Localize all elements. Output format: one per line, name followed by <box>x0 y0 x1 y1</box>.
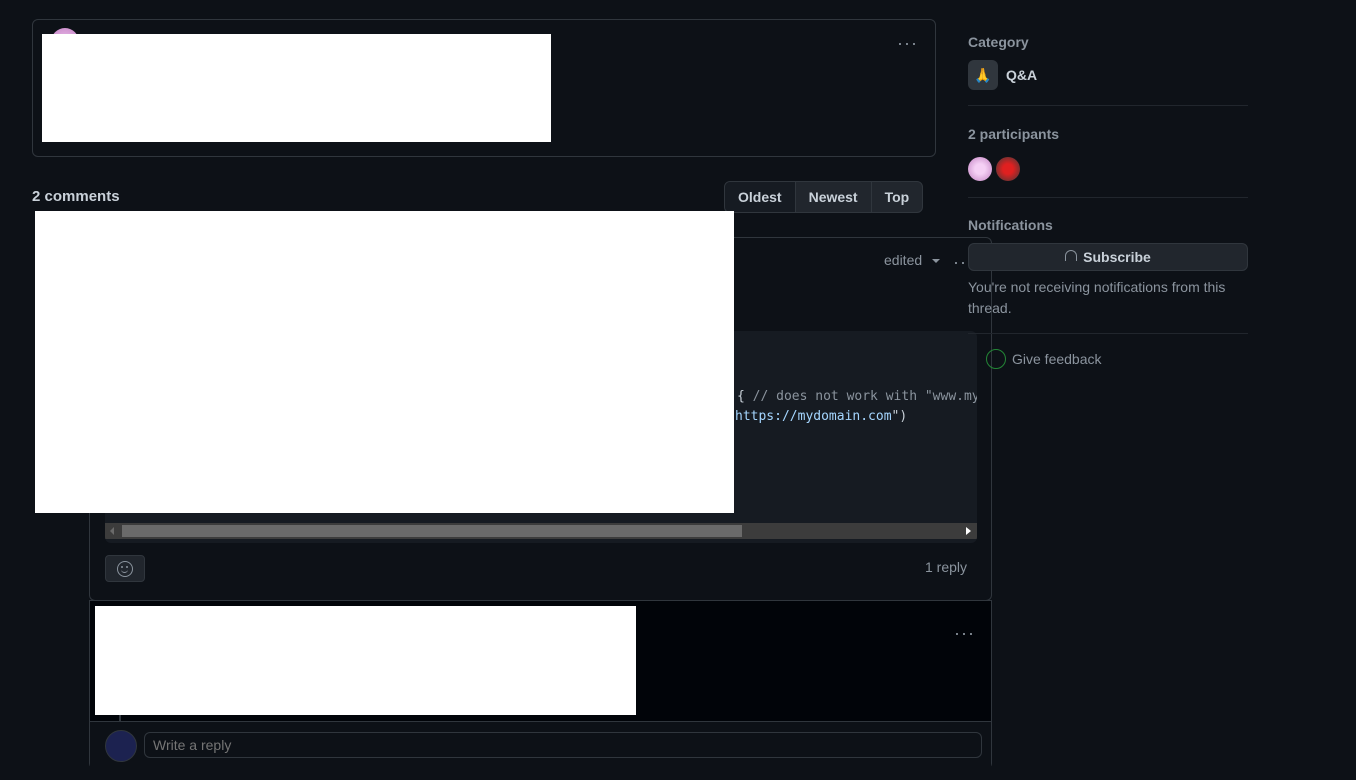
redacted-comment-content <box>35 211 734 513</box>
reply-input-row <box>90 721 991 770</box>
sidebar-divider-3 <box>968 333 1248 334</box>
edited-label: edited <box>884 252 923 268</box>
category-label: Category <box>968 34 1029 50</box>
reply-input[interactable] <box>144 732 982 758</box>
give-feedback-link[interactable]: Give feedback <box>968 349 1102 369</box>
post-box: ··· <box>32 19 936 157</box>
comment-more-button[interactable]: ·· <box>953 257 965 267</box>
praying-hands-icon: 🙏 <box>968 60 998 90</box>
sidebar-divider-2 <box>968 197 1248 198</box>
category-link[interactable]: 🙏 Q&A <box>968 60 1037 90</box>
category-name: Q&A <box>1006 67 1038 83</box>
code-line-end: ") <box>891 409 908 424</box>
give-feedback-label: Give feedback <box>1012 351 1102 367</box>
add-reaction-button[interactable] <box>105 555 145 582</box>
scroll-left-arrow-icon[interactable] <box>110 527 114 535</box>
scrollbar-thumb[interactable] <box>122 525 742 537</box>
chevron-down-icon <box>932 259 941 264</box>
reply-count[interactable]: 1 reply <box>925 559 967 575</box>
scroll-right-arrow-icon[interactable] <box>966 527 971 535</box>
code-line-1: { // does not work with "www.my <box>737 389 977 404</box>
sort-top-button[interactable]: Top <box>872 182 923 212</box>
smiley-icon <box>117 561 133 577</box>
code-url: https://mydomain.com <box>735 409 892 424</box>
participant-avatar-1[interactable] <box>968 157 992 181</box>
code-scrollbar[interactable] <box>105 523 977 539</box>
notification-status-text: You're not receiving notifications from … <box>968 279 1226 316</box>
feedback-icon <box>986 349 1006 369</box>
participants-label: 2 participants <box>968 126 1060 142</box>
sort-oldest-button[interactable]: Oldest <box>725 182 796 212</box>
redacted-reply-content <box>95 606 636 715</box>
code-brace: { <box>737 389 753 404</box>
subscribe-button[interactable]: Subscribe <box>968 243 1248 271</box>
code-comment: // does not work with "www.my <box>752 389 977 404</box>
sort-toggle: Oldest Newest Top <box>724 181 924 213</box>
sidebar-divider-1 <box>968 105 1248 106</box>
post-more-button[interactable]: ··· <box>897 34 918 52</box>
reply-more-button[interactable]: ··· <box>954 624 975 642</box>
participant-avatar-2[interactable] <box>996 157 1020 181</box>
current-user-avatar[interactable] <box>105 730 137 762</box>
subscribe-label: Subscribe <box>1083 249 1151 265</box>
notifications-label: Notifications <box>968 217 1053 233</box>
bell-icon <box>1065 249 1078 261</box>
sort-newest-button[interactable]: Newest <box>796 182 872 212</box>
edited-dropdown[interactable]: edited <box>884 252 941 268</box>
code-line-2: https://mydomain.com") <box>735 409 907 424</box>
redacted-post-content <box>42 34 551 142</box>
comments-count: 2 comments <box>32 188 120 205</box>
